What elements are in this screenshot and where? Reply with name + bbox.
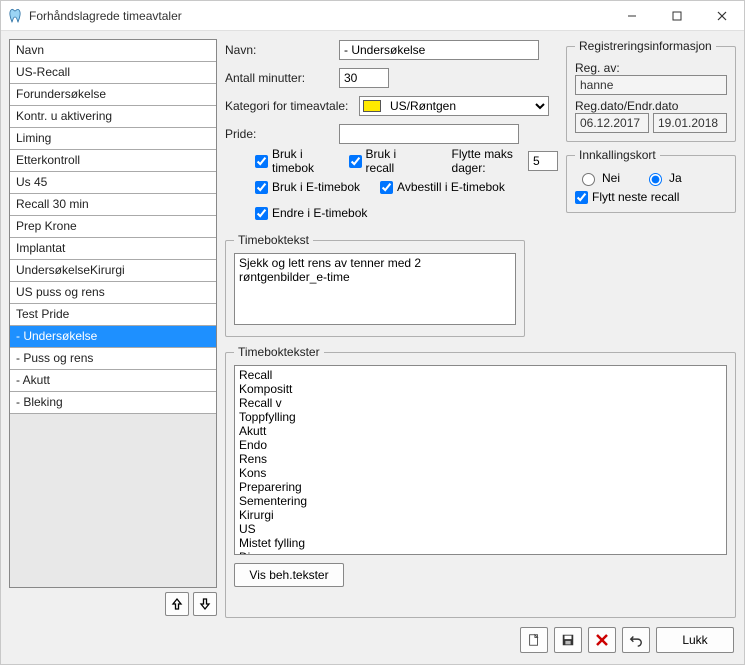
reg-date-label: Reg.dato/Endr.dato (575, 99, 727, 113)
minutes-label: Antall minutter: (225, 71, 335, 85)
use-etimebook-checkbox[interactable]: Bruk i E-timebok (255, 180, 360, 194)
list-item[interactable]: Liming (10, 128, 216, 150)
undo-button[interactable] (622, 627, 650, 653)
timebook-text-input[interactable] (234, 253, 516, 325)
text-list-item[interactable]: Kons (239, 466, 722, 480)
timebook-text-legend: Timeboktekst (234, 233, 313, 247)
maximize-button[interactable] (654, 1, 699, 31)
text-list-item[interactable]: Kompositt (239, 382, 722, 396)
text-list-item[interactable]: Mistet fylling (239, 536, 722, 550)
text-list-item[interactable]: Recall v (239, 396, 722, 410)
text-list-item[interactable]: Toppfylling (239, 410, 722, 424)
move-max-days-label: Flytte maks dager: (452, 147, 522, 175)
use-timebook-checkbox[interactable]: Bruk i timebok (255, 147, 329, 175)
name-label: Navn: (225, 43, 335, 57)
list-item[interactable]: Test Pride (10, 304, 216, 326)
list-item[interactable]: Forundersøkelse (10, 84, 216, 106)
text-list-item[interactable]: Sementering (239, 494, 722, 508)
list-item[interactable]: US-Recall (10, 62, 216, 84)
list-item[interactable]: UndersøkelseKirurgi (10, 260, 216, 282)
recall-card-no-radio[interactable]: Nei (577, 170, 620, 186)
text-list-item[interactable]: Akutt (239, 424, 722, 438)
text-list-item[interactable]: Recall (239, 368, 722, 382)
minutes-input[interactable] (339, 68, 389, 88)
registered-by-value (575, 75, 727, 95)
list-item[interactable]: - Puss og rens (10, 348, 216, 370)
move-next-recall-checkbox[interactable]: Flytt neste recall (575, 190, 727, 204)
recall-card-yes-radio[interactable]: Ja (644, 170, 682, 186)
delete-button[interactable] (588, 627, 616, 653)
save-button[interactable] (554, 627, 582, 653)
list-item[interactable]: Recall 30 min (10, 194, 216, 216)
show-treatment-texts-button[interactable]: Vis beh.tekster (234, 563, 344, 587)
use-recall-checkbox[interactable]: Bruk i recall (349, 147, 412, 175)
window-title: Forhåndslagrede timeavtaler (29, 9, 609, 23)
close-button[interactable]: Lukk (656, 627, 734, 653)
list-item[interactable]: - Undersøkelse (10, 326, 216, 348)
new-button[interactable] (520, 627, 548, 653)
list-item[interactable]: - Akutt (10, 370, 216, 392)
text-list-item[interactable]: US (239, 522, 722, 536)
list-item[interactable]: Kontr. u aktivering (10, 106, 216, 128)
text-list-item[interactable]: Rens (239, 452, 722, 466)
category-select[interactable]: US/Røntgen (359, 96, 549, 116)
close-window-button[interactable] (699, 1, 744, 31)
recall-card-legend: Innkallingskort (575, 148, 660, 162)
list-item[interactable]: US puss og rens (10, 282, 216, 304)
list-item[interactable]: - Bleking (10, 392, 216, 414)
category-label: Kategori for timeavtale: (225, 99, 355, 113)
move-up-button[interactable] (165, 592, 189, 616)
move-max-days-input[interactable] (528, 151, 558, 171)
name-input[interactable] (339, 40, 539, 60)
registration-legend: Registreringsinformasjon (575, 39, 716, 53)
text-list-item[interactable]: Kirurgi (239, 508, 722, 522)
pride-input[interactable] (339, 124, 519, 144)
minimize-button[interactable] (609, 1, 654, 31)
move-down-button[interactable] (193, 592, 217, 616)
timebook-texts-list[interactable]: RecallKomposittRecall vToppfyllingAkuttE… (234, 365, 727, 555)
appointment-type-list[interactable]: NavnUS-RecallForundersøkelseKontr. u akt… (9, 39, 217, 588)
list-item[interactable]: Implantat (10, 238, 216, 260)
list-item[interactable]: Prep Krone (10, 216, 216, 238)
timebook-texts-legend: Timeboktekster (234, 345, 324, 359)
text-list-item[interactable]: Diverse (239, 550, 722, 555)
category-color-swatch (363, 100, 381, 112)
list-item[interactable]: Us 45 (10, 172, 216, 194)
list-item[interactable]: Etterkontroll (10, 150, 216, 172)
mod-date-value (653, 113, 727, 133)
edit-etimebook-checkbox[interactable]: Endre i E-timebok (255, 206, 367, 220)
text-list-item[interactable]: Endo (239, 438, 722, 452)
cancel-etimebook-checkbox[interactable]: Avbestill i E-timebok (380, 180, 505, 194)
registered-by-label: Reg. av: (575, 61, 727, 75)
list-item[interactable]: Navn (10, 40, 216, 62)
app-icon (7, 8, 23, 24)
reg-date-value (575, 113, 649, 133)
pride-label: Pride: (225, 127, 335, 141)
text-list-item[interactable]: Preparering (239, 480, 722, 494)
